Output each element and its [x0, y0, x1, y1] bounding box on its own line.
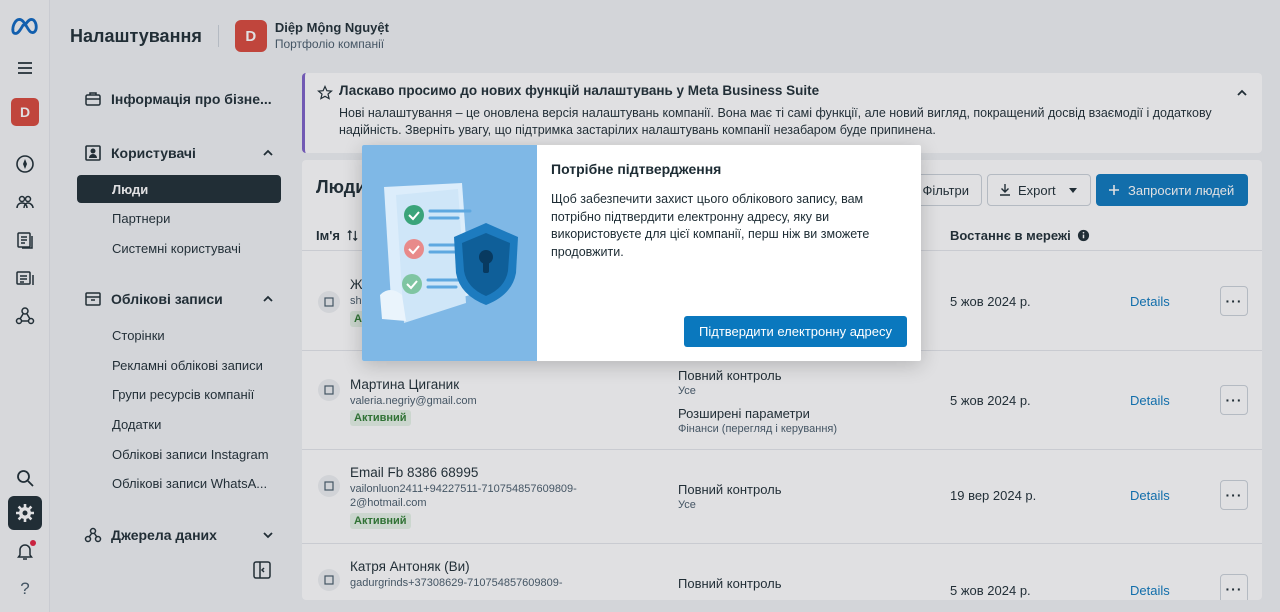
shield-document-icon: [380, 183, 518, 323]
verification-modal: Потрібне підтвердження Щоб забезпечити з…: [362, 145, 921, 361]
modal-text: Щоб забезпечити захист цього облікового …: [551, 192, 870, 259]
confirm-email-button[interactable]: Підтвердити електронну адресу: [684, 316, 907, 347]
modal-content: Потрібне підтвердження Щоб забезпечити з…: [551, 161, 906, 261]
modal-title: Потрібне підтвердження: [551, 161, 722, 177]
security-illustration: [362, 145, 537, 361]
